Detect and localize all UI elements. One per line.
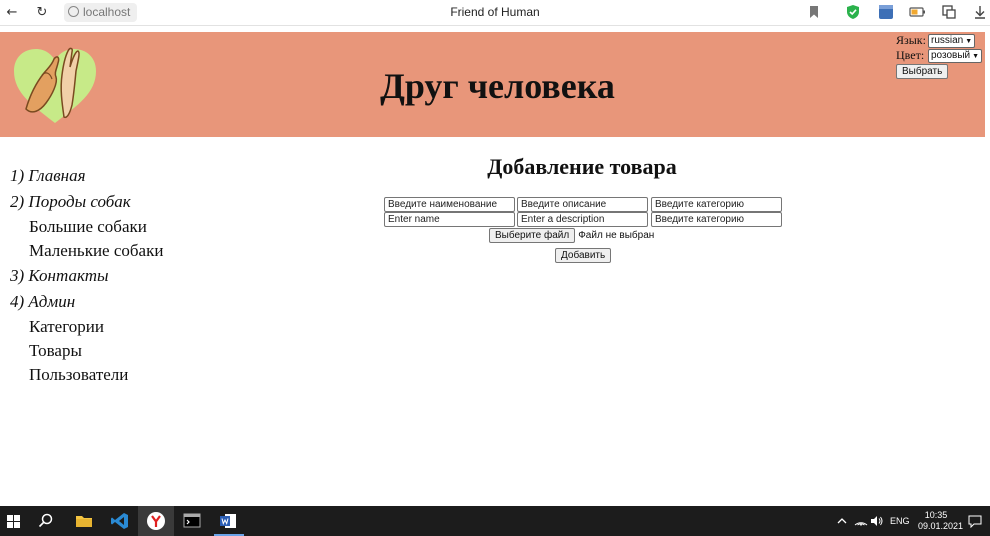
network-icon[interactable]	[854, 515, 868, 529]
description-ru-input[interactable]: Введите описание	[517, 197, 648, 212]
nav-item-admin[interactable]: 4) Админ	[10, 289, 163, 315]
color-label: Цвет:	[896, 48, 925, 62]
search-icon[interactable]	[36, 511, 56, 531]
clock-date: 09.01.2021	[918, 521, 964, 531]
taskbar: ENG 10:35 09.01.2021	[0, 506, 990, 536]
file-status-text: Файл не выбран	[578, 230, 655, 241]
nav-item-dog-breeds[interactable]: 2) Породы собак	[10, 189, 163, 215]
yandex-browser-icon[interactable]	[146, 511, 166, 531]
nav-subitem-big-dogs[interactable]: Большие собаки	[10, 215, 163, 239]
extensions-icon[interactable]	[941, 4, 957, 20]
nav-subitem-users[interactable]: Пользователи	[10, 363, 163, 387]
input-language-indicator[interactable]: ENG	[890, 516, 910, 526]
download-icon[interactable]	[972, 4, 988, 20]
choose-file-button[interactable]: Выберите файл	[489, 228, 576, 243]
nav-subitem-small-dogs[interactable]: Маленькие собаки	[10, 239, 163, 263]
notification-icon[interactable]	[968, 514, 982, 530]
description-en-input[interactable]: Enter a description	[517, 212, 648, 227]
battery-icon[interactable]	[909, 4, 925, 20]
nav-subitem-categories[interactable]: Категории	[10, 315, 163, 339]
word-icon[interactable]	[218, 511, 238, 531]
form-title: Добавление товара	[487, 154, 677, 179]
nav-item-contacts[interactable]: 3) Контакты	[10, 263, 163, 289]
language-select[interactable]: russian ▼	[928, 33, 976, 48]
nav-subitem-products[interactable]: Товары	[10, 339, 163, 363]
chevron-down-icon: ▼	[972, 52, 980, 60]
settings-panel: Язык: russian ▼ Цвет: розовый ▼ Выбрать	[896, 33, 983, 79]
select-settings-button[interactable]: Выбрать	[896, 63, 949, 79]
browser-toolbar: ← ↻ localhost Friend of Human	[0, 0, 990, 26]
site-title: Друг человека	[380, 66, 615, 106]
file-explorer-icon[interactable]	[74, 511, 94, 531]
category-input-1[interactable]: Введите категорию	[651, 197, 782, 212]
submit-wrap: Добавить	[555, 243, 612, 263]
category-input-2[interactable]: Введите категорию	[651, 212, 782, 227]
add-product-button[interactable]: Добавить	[555, 248, 612, 263]
bookmark-icon[interactable]	[806, 4, 822, 20]
sidebar-nav: 1) Главная 2) Породы собак Большие собак…	[10, 163, 163, 387]
name-en-input[interactable]: Enter name	[384, 212, 515, 227]
site-header: Друг человека Язык: russian ▼ Цвет: розов…	[0, 32, 985, 137]
calendar-extension-icon[interactable]	[878, 4, 894, 20]
shield-icon[interactable]	[845, 4, 861, 20]
file-upload: Выберите файл Файл не выбран	[489, 228, 654, 243]
color-select[interactable]: розовый ▼	[928, 48, 983, 63]
vscode-icon[interactable]	[110, 511, 130, 531]
clock[interactable]: 10:35 09.01.2021	[918, 510, 964, 532]
terminal-icon[interactable]	[182, 511, 202, 531]
chevron-up-icon[interactable]	[836, 516, 848, 528]
tab-title: Friend of Human	[450, 5, 540, 19]
name-ru-input[interactable]: Введите наименование	[384, 197, 515, 212]
nav-item-home[interactable]: 1) Главная	[10, 163, 163, 189]
clock-time: 10:35	[924, 510, 948, 520]
language-label: Язык:	[896, 33, 926, 47]
windows-start-icon[interactable]	[4, 511, 24, 531]
chevron-down-icon: ▼	[965, 37, 973, 45]
volume-icon[interactable]	[870, 515, 884, 529]
